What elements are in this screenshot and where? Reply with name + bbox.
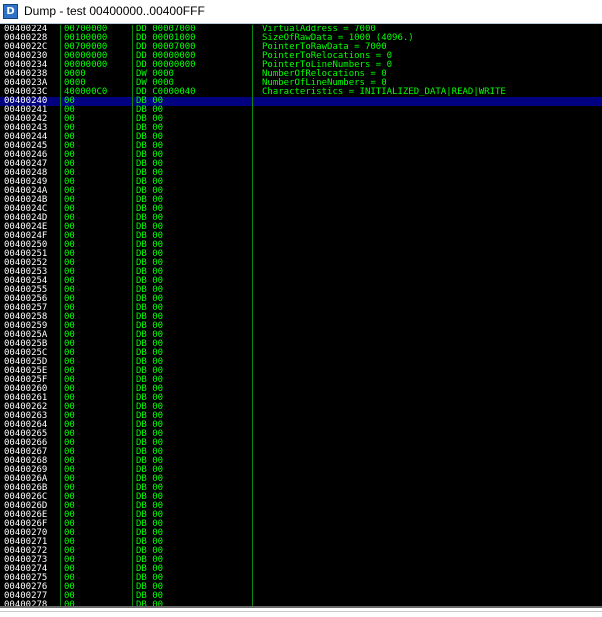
- dump-row[interactable]: 00400265 00 DB 00: [0, 430, 602, 439]
- dump-row[interactable]: 00400251 00 DB 00: [0, 250, 602, 259]
- dump-row[interactable]: 0040026D 00 DB 00: [0, 502, 602, 511]
- dump-row[interactable]: 00400275 00 DB 00: [0, 574, 602, 583]
- dump-row[interactable]: 00400269 00 DB 00: [0, 466, 602, 475]
- dump-row[interactable]: 00400250 00 DB 00: [0, 241, 602, 250]
- dump-row[interactable]: 00400248 00 DB 00: [0, 169, 602, 178]
- window-titlebar[interactable]: D Dump - test 00400000..00400FFF: [0, 0, 602, 24]
- dump-row[interactable]: 00400245 00 DB 00: [0, 142, 602, 151]
- dump-row[interactable]: 00400271 00 DB 00: [0, 538, 602, 547]
- dump-row[interactable]: 00400243 00 DB 00: [0, 124, 602, 133]
- dump-row[interactable]: 00400259 00 DB 00: [0, 322, 602, 331]
- dump-row[interactable]: 00400262 00 DB 00: [0, 403, 602, 412]
- dump-row[interactable]: 00400258 00 DB 00: [0, 313, 602, 322]
- dump-row[interactable]: 0040024B 00 DB 00: [0, 196, 602, 205]
- dump-row[interactable]: 00400267 00 DB 00: [0, 448, 602, 457]
- dump-row[interactable]: 00400277 00 DB 00: [0, 592, 602, 601]
- comment-cell: Characteristics = INITIALIZED_DATA|READ|…: [262, 87, 506, 97]
- dump-row[interactable]: 00400252 00 DB 00: [0, 259, 602, 268]
- dump-row[interactable]: 00400273 00 DB 00: [0, 556, 602, 565]
- dump-row[interactable]: 00400247 00 DB 00: [0, 160, 602, 169]
- dump-row[interactable]: 0040024A 00 DB 00: [0, 187, 602, 196]
- dump-row[interactable]: 00400272 00 DB 00: [0, 547, 602, 556]
- dump-row[interactable]: 00400241 00 DB 00: [0, 106, 602, 115]
- dump-row-selected[interactable]: 00400240 00 DB 00: [0, 97, 602, 106]
- dump-row[interactable]: 00400255 00 DB 00: [0, 286, 602, 295]
- bottom-border-line: [0, 611, 602, 612]
- dump-row[interactable]: 0040025F 00 DB 00: [0, 376, 602, 385]
- dump-row[interactable]: 00400254 00 DB 00: [0, 277, 602, 286]
- dump-row[interactable]: 0040026B 00 DB 00: [0, 484, 602, 493]
- dump-row[interactable]: 0040025C 00 DB 00: [0, 349, 602, 358]
- dump-row[interactable]: 00400242 00 DB 00: [0, 115, 602, 124]
- dump-row[interactable]: 0040026F 00 DB 00: [0, 520, 602, 529]
- dump-row[interactable]: 0040025A 00 DB 00: [0, 331, 602, 340]
- dump-listing[interactable]: 00400224 00700000 DD 00007000 VirtualAddres…: [0, 25, 602, 606]
- dump-row[interactable]: 0040025D 00 DB 00: [0, 358, 602, 367]
- dump-window-icon[interactable]: D: [3, 4, 18, 19]
- window-title: Dump - test 00400000..00400FFF: [24, 4, 205, 18]
- dump-row[interactable]: 00400257 00 DB 00: [0, 304, 602, 313]
- dump-row[interactable]: 00400276 00 DB 00: [0, 583, 602, 592]
- dump-row[interactable]: 0040024C 00 DB 00: [0, 205, 602, 214]
- dump-row[interactable]: 00400244 00 DB 00: [0, 133, 602, 142]
- dump-row[interactable]: 00400274 00 DB 00: [0, 565, 602, 574]
- dump-row[interactable]: 00400263 00 DB 00: [0, 412, 602, 421]
- dump-row[interactable]: 00400249 00 DB 00: [0, 178, 602, 187]
- dump-row[interactable]: 0040023C 400000C0 DD C0000040 Characteristi…: [0, 88, 602, 97]
- dump-row[interactable]: 0040025B 00 DB 00: [0, 340, 602, 349]
- dump-row[interactable]: 00400270 00 DB 00: [0, 529, 602, 538]
- dump-row[interactable]: 0040026A 00 DB 00: [0, 475, 602, 484]
- window-icon-letter: D: [6, 6, 15, 17]
- dump-row[interactable]: 00400266 00 DB 00: [0, 439, 602, 448]
- dump-row[interactable]: 00400253 00 DB 00: [0, 268, 602, 277]
- dump-row[interactable]: 00400256 00 DB 00: [0, 295, 602, 304]
- dump-row[interactable]: 0040026E 00 DB 00: [0, 511, 602, 520]
- dump-row[interactable]: 0040024F 00 DB 00: [0, 232, 602, 241]
- dump-row[interactable]: 00400260 00 DB 00: [0, 385, 602, 394]
- dump-row[interactable]: 0040025E 00 DB 00: [0, 367, 602, 376]
- dump-row[interactable]: 0040024E 00 DB 00: [0, 223, 602, 232]
- dump-row[interactable]: 0040026C 00 DB 00: [0, 493, 602, 502]
- window-bottom-border: [0, 606, 602, 617]
- dump-row[interactable]: 00400264 00 DB 00: [0, 421, 602, 430]
- dump-row[interactable]: 00400261 00 DB 00: [0, 394, 602, 403]
- dump-row[interactable]: 00400246 00 DB 00: [0, 151, 602, 160]
- dump-row[interactable]: 00400268 00 DB 00: [0, 457, 602, 466]
- dump-row[interactable]: 0040024D 00 DB 00: [0, 214, 602, 223]
